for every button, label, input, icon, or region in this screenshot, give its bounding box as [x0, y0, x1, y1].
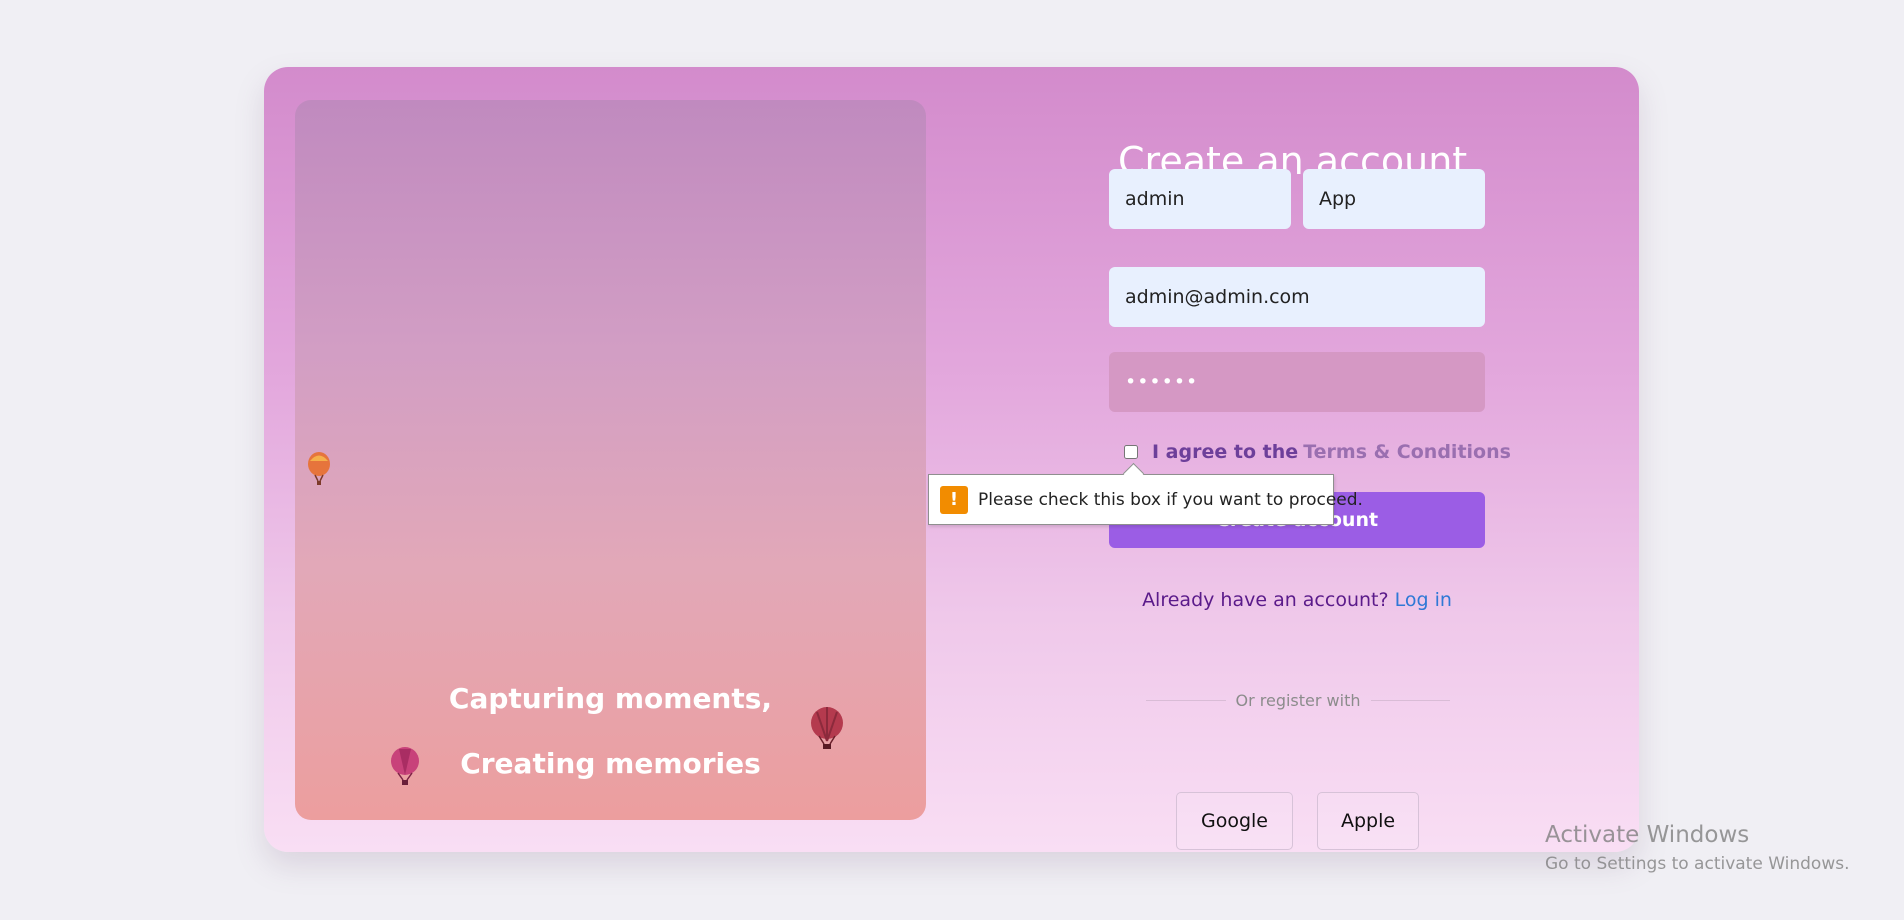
windows-watermark: Activate Windows Go to Settings to activ…	[1545, 822, 1850, 874]
watermark-subtitle: Go to Settings to activate Windows.	[1545, 854, 1850, 874]
email-field[interactable]	[1109, 267, 1485, 327]
terms-checkbox[interactable]	[1124, 445, 1138, 459]
hero-tagline-line1: Capturing moments,	[448, 682, 773, 715]
agree-prefix: I agree to the	[1152, 441, 1299, 463]
page: Capturing moments, Creating memories Cre…	[0, 0, 1904, 920]
social-divider: Or register with	[1146, 691, 1450, 710]
login-link[interactable]: Log in	[1395, 589, 1452, 611]
terms-link[interactable]: Terms & Conditions	[1303, 441, 1511, 463]
login-prompt-text: Already have an account?	[1142, 589, 1389, 611]
last-name-field[interactable]	[1303, 169, 1485, 229]
warning-icon: !	[940, 485, 968, 514]
password-field[interactable]	[1109, 352, 1485, 412]
terms-agreement: I agree to the Terms & Conditions	[1124, 441, 1511, 463]
google-button[interactable]: Google	[1176, 792, 1293, 850]
balloon-icon	[308, 452, 330, 485]
login-prompt: Already have an account? Log in	[1109, 589, 1485, 611]
watermark-title: Activate Windows	[1545, 822, 1750, 848]
apple-button[interactable]: Apple	[1317, 792, 1419, 850]
hero-image: Capturing moments, Creating memories	[295, 100, 926, 820]
first-name-field[interactable]	[1109, 169, 1291, 229]
divider-label: Or register with	[1235, 691, 1361, 710]
validation-tooltip: ! Please check this box if you want to p…	[928, 474, 1363, 525]
signup-card: Capturing moments, Creating memories Cre…	[264, 67, 1639, 852]
validation-message: Please check this box if you want to pro…	[978, 489, 1363, 510]
hero-tagline-line2: Creating memories	[460, 747, 761, 780]
divider-line	[1370, 700, 1450, 701]
divider-line	[1146, 700, 1226, 701]
terms-label: I agree to the Terms & Conditions	[1152, 441, 1511, 463]
